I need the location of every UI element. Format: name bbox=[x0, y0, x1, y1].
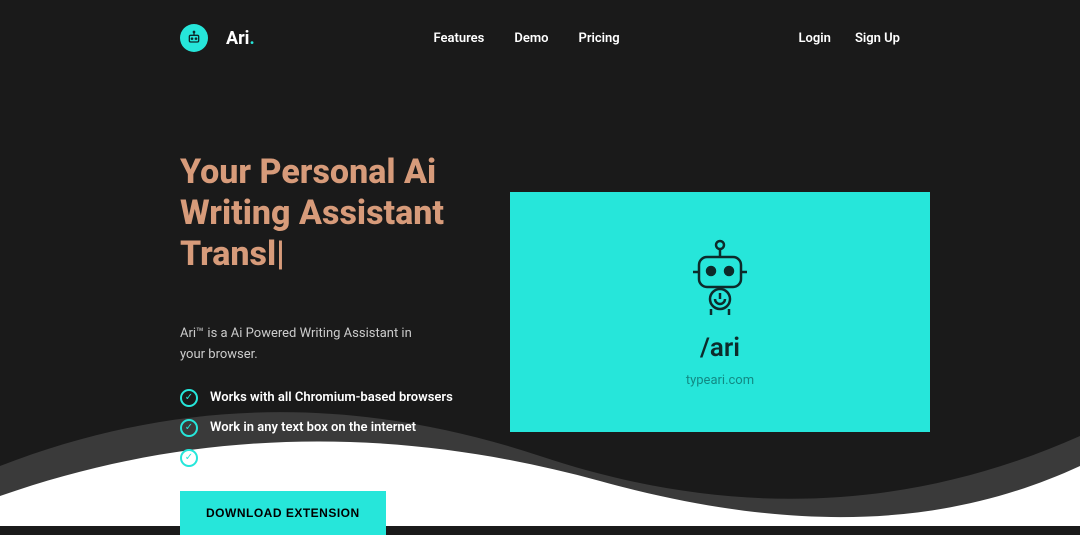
hero-title: Your Personal Ai Writing Assistant Trans… bbox=[180, 152, 460, 274]
nav-right: Login Sign Up bbox=[799, 31, 900, 46]
brand-logo-text: Ari. bbox=[226, 28, 255, 49]
brand-logo-icon bbox=[180, 24, 208, 52]
nav-pricing[interactable]: Pricing bbox=[578, 31, 619, 46]
feature-text: Work in any text box on the internet bbox=[210, 420, 416, 435]
hero-right: /ari typeari.com bbox=[510, 152, 930, 535]
nav-features[interactable]: Features bbox=[434, 31, 485, 46]
check-icon: ✓ bbox=[180, 449, 198, 467]
hero-subtitle: Ari™ is a Ai Powered Writing Assistant i… bbox=[180, 324, 430, 364]
check-icon: ✓ bbox=[180, 389, 198, 407]
hero: Your Personal Ai Writing Assistant Trans… bbox=[0, 52, 1080, 535]
hero-left: Your Personal Ai Writing Assistant Trans… bbox=[180, 152, 460, 535]
nav-demo[interactable]: Demo bbox=[514, 31, 548, 46]
feature-item: ✓ Works with all Chromium-based browsers bbox=[180, 389, 460, 407]
feature-item: ✓ Work in any text box on the internet bbox=[180, 419, 460, 437]
promo-card: /ari typeari.com bbox=[510, 192, 930, 432]
promo-title: /ari bbox=[700, 333, 740, 363]
nav-center: Features Demo Pricing bbox=[434, 31, 620, 46]
feature-text: Works with all Chromium-based browsers bbox=[210, 390, 453, 405]
download-extension-button[interactable]: DOWNLOAD EXTENSION bbox=[180, 491, 386, 535]
promo-url: typeari.com bbox=[686, 373, 754, 388]
top-nav: Ari. Features Demo Pricing Login Sign Up bbox=[0, 0, 1080, 52]
nav-login[interactable]: Login bbox=[799, 31, 831, 46]
robot-icon bbox=[685, 237, 755, 317]
nav-signup[interactable]: Sign Up bbox=[855, 31, 900, 46]
feature-text: Free and Privacy Focused bbox=[210, 450, 359, 465]
feature-item: ✓ Free and Privacy Focused bbox=[180, 449, 460, 467]
feature-list: ✓ Works with all Chromium-based browsers… bbox=[180, 389, 460, 467]
check-icon: ✓ bbox=[180, 419, 198, 437]
